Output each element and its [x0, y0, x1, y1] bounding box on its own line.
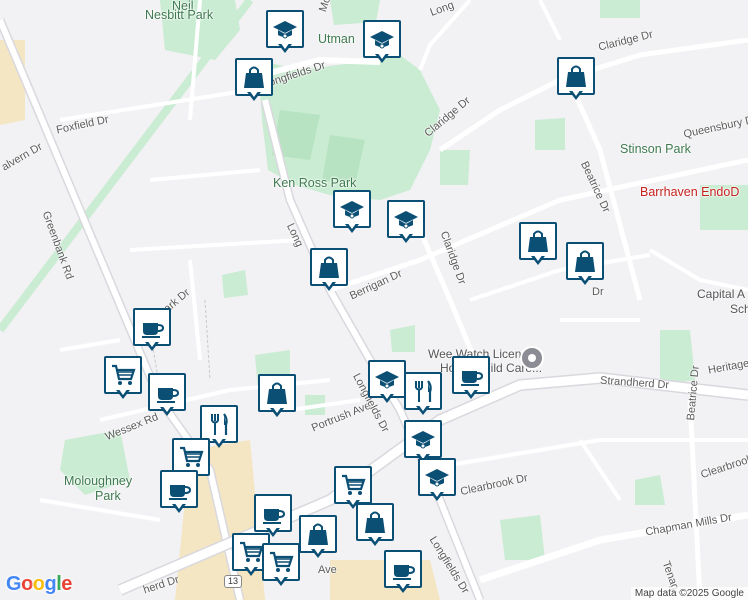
park-label-nesbitt-2: Nesbitt Park: [145, 8, 214, 22]
park-label-ken-ross: Ken Ross Park: [273, 176, 357, 190]
shopping-marker-chapman[interactable]: [356, 503, 394, 549]
street-label-dr-fragment: Dr: [592, 286, 604, 298]
google-logo: Google: [6, 573, 72, 595]
restaurant-marker-strandherd[interactable]: [404, 372, 442, 418]
poi-label-capital-1[interactable]: Capital A: [697, 288, 745, 300]
shopping-marker-stinson-2[interactable]: [566, 242, 604, 288]
poi-label-capital-2[interactable]: Sch: [730, 303, 748, 315]
school-marker-ken-ross-2[interactable]: [387, 200, 425, 246]
map-attribution[interactable]: Map data ©2025 Google: [630, 587, 748, 600]
location-pin-icon[interactable]: [520, 346, 544, 370]
school-marker-strandherd[interactable]: [368, 360, 406, 406]
grocery-marker-south-2[interactable]: [262, 543, 300, 589]
school-marker-utman[interactable]: [363, 20, 401, 66]
park-label-moloughney-2: Park: [95, 489, 121, 503]
school-marker-clearbrook[interactable]: [418, 458, 456, 504]
shopping-marker-longfields[interactable]: [235, 58, 273, 104]
poi-label-barrhaven-endo[interactable]: Barrhaven EndoD: [640, 186, 739, 199]
school-marker-top-1[interactable]: [266, 10, 304, 56]
cafe-marker-bottom[interactable]: [384, 550, 422, 596]
cafe-marker-strandherd[interactable]: [452, 356, 490, 402]
shopping-marker-berrigan[interactable]: [310, 248, 348, 294]
park-label-utman: Utman: [318, 32, 355, 46]
shopping-marker-south[interactable]: [299, 515, 337, 561]
park-label-moloughney-1: Moloughney: [64, 474, 133, 488]
shopping-marker-claridge[interactable]: [557, 57, 595, 103]
shopping-marker-portrush[interactable]: [258, 374, 296, 420]
street-label-ave: Ave: [318, 564, 337, 576]
school-marker-ken-ross[interactable]: [333, 190, 371, 236]
cafe-marker-wessex[interactable]: [148, 373, 186, 419]
cafe-marker-moloughney[interactable]: [160, 470, 198, 516]
cafe-marker-west[interactable]: [133, 308, 171, 354]
map-canvas[interactable]: Neil Nesbitt Park Mount Long Utman Clari…: [0, 0, 748, 600]
park-label-stinson: Stinson Park: [620, 142, 691, 156]
shopping-marker-stinson-1[interactable]: [519, 222, 557, 268]
grocery-marker-west[interactable]: [104, 356, 142, 402]
